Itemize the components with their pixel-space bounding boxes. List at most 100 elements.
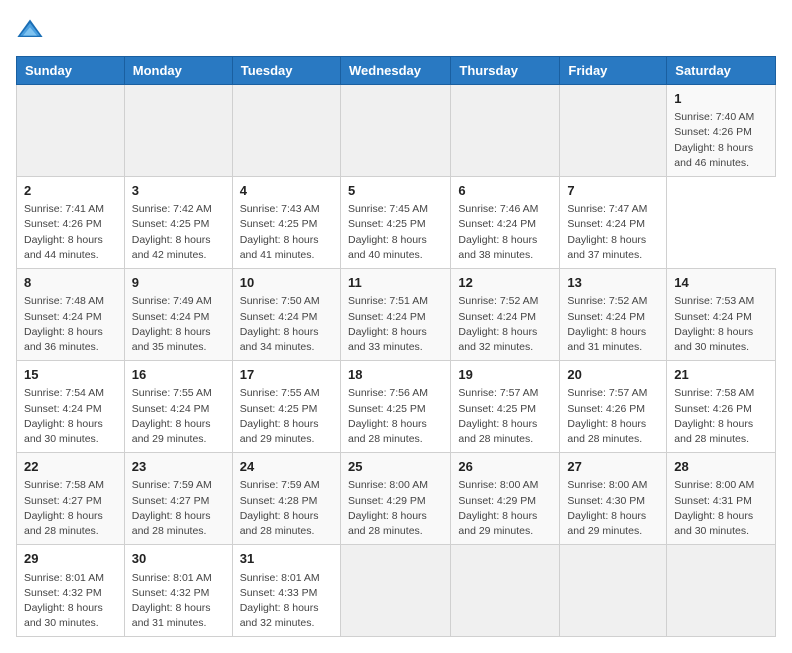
day-number: 6 [458,182,552,200]
day-info: Sunrise: 7:53 AMSunset: 4:24 PMDaylight:… [674,294,768,355]
day-number: 28 [674,458,768,476]
day-number: 23 [132,458,225,476]
day-cell: 25 Sunrise: 8:00 AMSunset: 4:29 PMDayligh… [340,453,450,545]
day-of-week-header: Monday [124,57,232,85]
day-number: 21 [674,366,768,384]
logo [16,16,48,44]
day-number: 26 [458,458,552,476]
day-info: Sunrise: 7:45 AMSunset: 4:25 PMDaylight:… [348,202,443,263]
day-cell: 28 Sunrise: 8:00 AMSunset: 4:31 PMDayligh… [667,453,776,545]
day-info: Sunrise: 7:58 AMSunset: 4:27 PMDaylight:… [24,478,117,539]
day-number: 17 [240,366,333,384]
day-number: 24 [240,458,333,476]
day-cell: 17 Sunrise: 7:55 AMSunset: 4:25 PMDayligh… [232,361,340,453]
calendar-week-row: 22 Sunrise: 7:58 AMSunset: 4:27 PMDayligh… [17,453,776,545]
calendar-week-row: 15Sunrise: 7:54 AMSunset: 4:24 PMDayligh… [17,361,776,453]
day-number: 5 [348,182,443,200]
day-number: 29 [24,550,117,568]
empty-day-cell [340,85,450,177]
day-of-week-header: Wednesday [340,57,450,85]
day-info: Sunrise: 7:50 AMSunset: 4:24 PMDaylight:… [240,294,333,355]
day-number: 1 [674,90,768,108]
day-cell: 19 Sunrise: 7:57 AMSunset: 4:25 PMDayligh… [451,361,560,453]
day-cell: 21Sunrise: 7:58 AMSunset: 4:26 PMDayligh… [667,361,776,453]
day-cell: 10 Sunrise: 7:50 AMSunset: 4:24 PMDayligh… [232,269,340,361]
day-info: Sunrise: 7:52 AMSunset: 4:24 PMDaylight:… [458,294,552,355]
day-number: 20 [567,366,659,384]
day-number: 16 [132,366,225,384]
day-cell: 26 Sunrise: 8:00 AMSunset: 4:29 PMDayligh… [451,453,560,545]
day-info: Sunrise: 7:52 AMSunset: 4:24 PMDaylight:… [567,294,659,355]
day-cell: 22 Sunrise: 7:58 AMSunset: 4:27 PMDayligh… [17,453,125,545]
day-info: Sunrise: 7:55 AMSunset: 4:24 PMDaylight:… [132,386,225,447]
day-info: Sunrise: 8:00 AMSunset: 4:29 PMDaylight:… [458,478,552,539]
day-cell: 31Sunrise: 8:01 AMSunset: 4:33 PMDayligh… [232,545,340,637]
day-number: 7 [567,182,659,200]
day-info: Sunrise: 7:57 AMSunset: 4:25 PMDaylight:… [458,386,552,447]
day-cell: 6 Sunrise: 7:46 AMSunset: 4:24 PMDaylight… [451,177,560,269]
day-info: Sunrise: 7:48 AMSunset: 4:24 PMDaylight:… [24,294,117,355]
day-info: Sunrise: 7:49 AMSunset: 4:24 PMDaylight:… [132,294,225,355]
day-cell: 4 Sunrise: 7:43 AMSunset: 4:25 PMDaylight… [232,177,340,269]
day-number: 31 [240,550,333,568]
day-number: 13 [567,274,659,292]
day-cell: 23 Sunrise: 7:59 AMSunset: 4:27 PMDayligh… [124,453,232,545]
day-number: 10 [240,274,333,292]
day-number: 19 [458,366,552,384]
empty-day-cell [667,545,776,637]
day-number: 14 [674,274,768,292]
day-of-week-header: Friday [560,57,667,85]
day-cell: 1Sunrise: 7:40 AMSunset: 4:26 PMDaylight… [667,85,776,177]
day-number: 25 [348,458,443,476]
day-cell: 5 Sunrise: 7:45 AMSunset: 4:25 PMDaylight… [340,177,450,269]
day-info: Sunrise: 7:51 AMSunset: 4:24 PMDaylight:… [348,294,443,355]
logo-icon [16,16,44,44]
day-cell: 16 Sunrise: 7:55 AMSunset: 4:24 PMDayligh… [124,361,232,453]
day-of-week-header: Saturday [667,57,776,85]
day-cell: 11Sunrise: 7:51 AMSunset: 4:24 PMDayligh… [340,269,450,361]
day-info: Sunrise: 7:46 AMSunset: 4:24 PMDaylight:… [458,202,552,263]
calendar-header-row: SundayMondayTuesdayWednesdayThursdayFrid… [17,57,776,85]
empty-day-cell [124,85,232,177]
calendar-table: SundayMondayTuesdayWednesdayThursdayFrid… [16,56,776,637]
day-info: Sunrise: 8:00 AMSunset: 4:30 PMDaylight:… [567,478,659,539]
day-number: 22 [24,458,117,476]
calendar-week-row: 8 Sunrise: 7:48 AMSunset: 4:24 PMDaylight… [17,269,776,361]
empty-day-cell [232,85,340,177]
day-of-week-header: Tuesday [232,57,340,85]
day-number: 4 [240,182,333,200]
day-info: Sunrise: 7:59 AMSunset: 4:27 PMDaylight:… [132,478,225,539]
day-cell: 14 Sunrise: 7:53 AMSunset: 4:24 PMDayligh… [667,269,776,361]
day-number: 27 [567,458,659,476]
day-cell: 13 Sunrise: 7:52 AMSunset: 4:24 PMDayligh… [560,269,667,361]
day-cell: 30 Sunrise: 8:01 AMSunset: 4:32 PMDayligh… [124,545,232,637]
day-number: 12 [458,274,552,292]
day-number: 9 [132,274,225,292]
calendar-week-row: 29 Sunrise: 8:01 AMSunset: 4:32 PMDayligh… [17,545,776,637]
day-info: Sunrise: 7:55 AMSunset: 4:25 PMDaylight:… [240,386,333,447]
calendar-week-row: 1Sunrise: 7:40 AMSunset: 4:26 PMDaylight… [17,85,776,177]
day-number: 18 [348,366,443,384]
day-info: Sunrise: 8:00 AMSunset: 4:29 PMDaylight:… [348,478,443,539]
empty-day-cell [340,545,450,637]
day-cell: 24Sunrise: 7:59 AMSunset: 4:28 PMDayligh… [232,453,340,545]
calendar-week-row: 2 Sunrise: 7:41 AMSunset: 4:26 PMDaylight… [17,177,776,269]
day-number: 2 [24,182,117,200]
day-cell: 20Sunrise: 7:57 AMSunset: 4:26 PMDayligh… [560,361,667,453]
day-info: Sunrise: 7:43 AMSunset: 4:25 PMDaylight:… [240,202,333,263]
day-number: 8 [24,274,117,292]
day-cell: 2 Sunrise: 7:41 AMSunset: 4:26 PMDaylight… [17,177,125,269]
day-info: Sunrise: 7:54 AMSunset: 4:24 PMDaylight:… [24,386,117,447]
day-info: Sunrise: 8:01 AMSunset: 4:32 PMDaylight:… [132,571,225,632]
day-cell: 12 Sunrise: 7:52 AMSunset: 4:24 PMDayligh… [451,269,560,361]
day-info: Sunrise: 8:00 AMSunset: 4:31 PMDaylight:… [674,478,768,539]
day-cell: 3Sunrise: 7:42 AMSunset: 4:25 PMDaylight… [124,177,232,269]
day-number: 30 [132,550,225,568]
day-info: Sunrise: 7:47 AMSunset: 4:24 PMDaylight:… [567,202,659,263]
day-cell: 15Sunrise: 7:54 AMSunset: 4:24 PMDayligh… [17,361,125,453]
day-info: Sunrise: 7:41 AMSunset: 4:26 PMDaylight:… [24,202,117,263]
empty-day-cell [560,545,667,637]
day-of-week-header: Sunday [17,57,125,85]
day-info: Sunrise: 7:56 AMSunset: 4:25 PMDaylight:… [348,386,443,447]
empty-day-cell [451,545,560,637]
